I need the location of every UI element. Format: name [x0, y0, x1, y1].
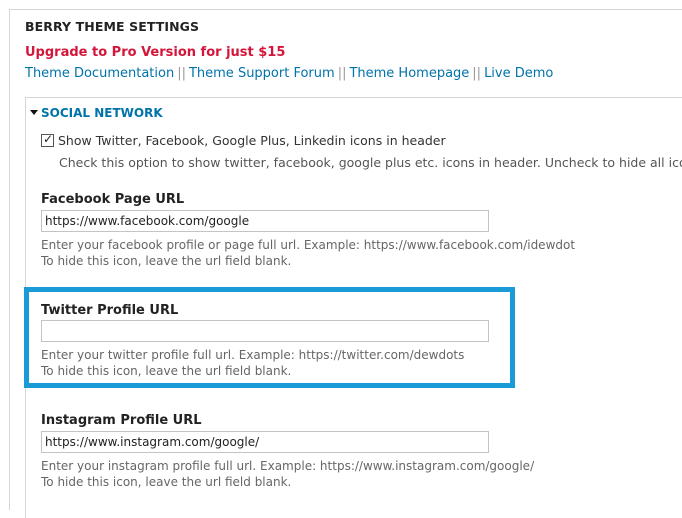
caret-down-icon: [30, 110, 38, 115]
link-separator: ||: [472, 66, 482, 81]
theme-documentation-link[interactable]: Theme Documentation: [25, 66, 174, 81]
theme-links: Theme Documentation || Theme Support Forum…: [25, 66, 553, 81]
link-separator: ||: [177, 66, 186, 81]
twitter-url-help: Enter your twitter profile full url. Exa…: [41, 348, 465, 362]
show-social-icons-checkbox[interactable]: ✓: [41, 132, 54, 147]
facebook-url-label: Facebook Page URL: [41, 192, 185, 207]
instagram-url-input[interactable]: https://www.instagram.com/google/: [41, 431, 489, 453]
facebook-url-help: Enter your facebook profile or page full…: [41, 238, 576, 252]
instagram-url-label: Instagram Profile URL: [41, 413, 202, 428]
facebook-url-input[interactable]: https://www.facebook.com/google: [41, 210, 489, 232]
page-title: BERRY THEME SETTINGS: [25, 19, 200, 34]
twitter-url-input[interactable]: [41, 320, 489, 342]
checkbox-description: Check this option to show twitter, faceb…: [59, 155, 682, 170]
show-social-icons-row: ✓ Show Twitter, Facebook, Google Plus, Li…: [41, 132, 446, 148]
upgrade-link[interactable]: Upgrade to Pro Version for just $15: [25, 45, 285, 60]
checkbox-label[interactable]: Show Twitter, Facebook, Google Plus, Lin…: [58, 133, 446, 148]
instagram-url-help: Enter your instagram profile full url. E…: [41, 459, 535, 473]
theme-homepage-link[interactable]: Theme Homepage: [349, 66, 469, 81]
link-separator: ||: [337, 66, 347, 81]
facebook-url-hide-note: To hide this icon, leave the url field b…: [41, 254, 292, 268]
social-network-toggle[interactable]: SOCIAL NETWORK: [30, 106, 163, 120]
twitter-url-label: Twitter Profile URL: [41, 303, 179, 318]
live-demo-link[interactable]: Live Demo: [484, 66, 553, 81]
checkmark-icon: ✓: [43, 132, 54, 146]
twitter-url-hide-note: To hide this icon, leave the url field b…: [41, 364, 292, 378]
section-title: SOCIAL NETWORK: [41, 106, 163, 120]
theme-support-forum-link[interactable]: Theme Support Forum: [189, 66, 335, 81]
